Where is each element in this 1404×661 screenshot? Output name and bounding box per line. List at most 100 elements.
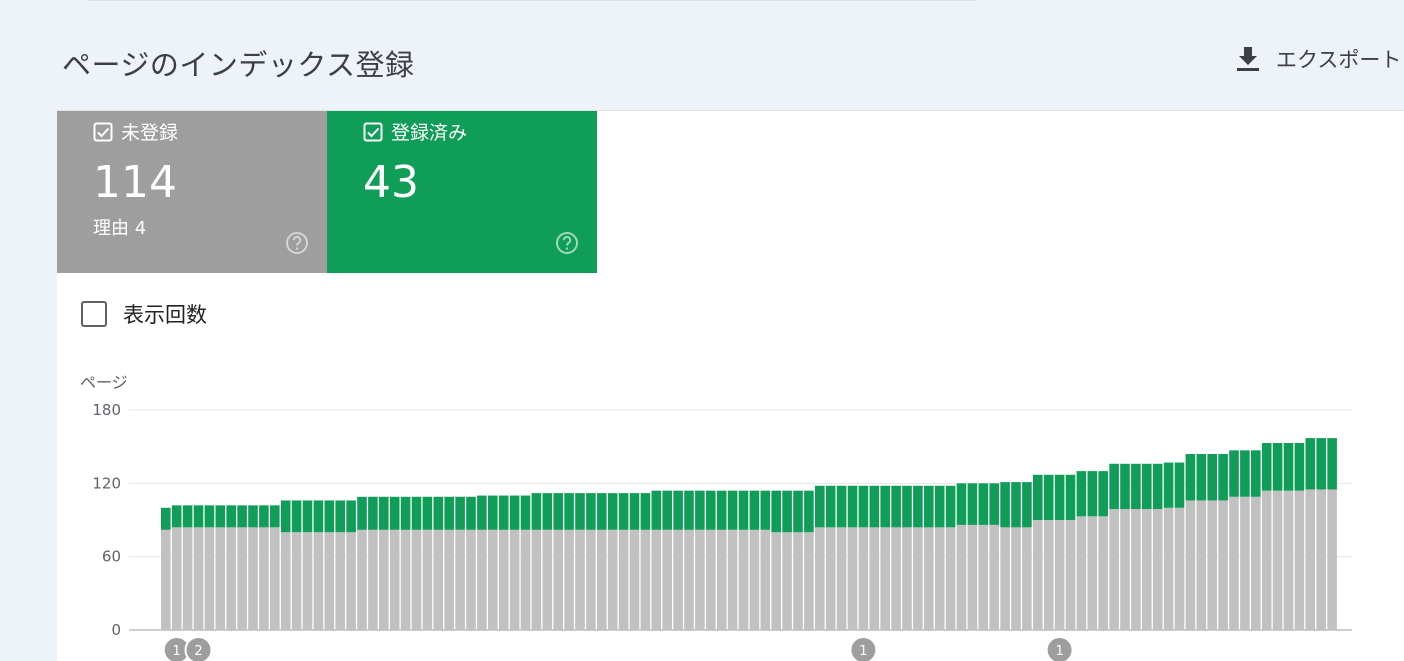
not-indexed-label: 未登録 <box>121 122 179 144</box>
bar-indexed <box>1011 482 1021 528</box>
annotation-marker[interactable]: 2 <box>184 636 213 661</box>
bar-not-indexed <box>924 527 934 630</box>
bar-not-indexed <box>902 527 912 630</box>
bar-not-indexed <box>259 527 269 630</box>
annotation-marker[interactable]: 1 <box>849 636 878 661</box>
bar-not-indexed <box>967 524 978 630</box>
bar-indexed <box>793 490 803 533</box>
bar-indexed <box>1142 463 1152 509</box>
bar-indexed <box>237 505 247 528</box>
bar-not-indexed <box>1240 496 1250 630</box>
bar-not-indexed <box>945 527 956 630</box>
not-indexed-reasons: 理由 4 <box>93 218 147 239</box>
bar-indexed <box>324 500 335 533</box>
bar-not-indexed <box>280 532 291 630</box>
bar-indexed <box>640 493 651 530</box>
page-title: ページのインデックス登録 <box>62 48 415 82</box>
bar-indexed <box>542 493 553 530</box>
bar-not-indexed <box>1163 507 1174 630</box>
bar-not-indexed <box>1022 527 1032 630</box>
annotation-marker[interactable]: 1 <box>1045 636 1074 661</box>
bar-indexed <box>1174 462 1185 508</box>
bar-not-indexed <box>1054 520 1065 630</box>
bar-indexed <box>302 500 313 533</box>
bar-not-indexed <box>597 529 607 630</box>
bar-indexed <box>1076 471 1087 517</box>
bar-indexed <box>509 495 520 530</box>
bar-not-indexed <box>913 527 923 630</box>
bar-not-indexed <box>1185 500 1196 630</box>
bar-indexed <box>400 496 411 530</box>
bar-indexed <box>564 493 574 530</box>
bar-indexed <box>498 495 509 530</box>
bar-indexed <box>389 496 400 530</box>
export-label: エクスポート <box>1276 48 1402 72</box>
bar-indexed <box>433 496 444 530</box>
bar-indexed <box>1022 482 1032 528</box>
bar-not-indexed <box>1000 527 1010 630</box>
bar-not-indexed <box>847 527 858 630</box>
bar-indexed <box>313 500 324 533</box>
bar-not-indexed <box>695 529 705 630</box>
export-button[interactable]: エクスポート <box>1236 44 1401 74</box>
bar-not-indexed <box>531 529 542 630</box>
bar-not-indexed <box>836 527 847 630</box>
bar-indexed <box>815 485 825 528</box>
top-divider <box>88 0 976 1</box>
bar-indexed <box>738 490 749 530</box>
indexed-count: 43 <box>363 157 419 208</box>
bar-indexed <box>455 496 465 530</box>
bar-not-indexed <box>182 527 193 630</box>
impressions-checkbox[interactable] <box>81 301 107 327</box>
annotation-label: 2 <box>194 644 202 659</box>
bar-not-indexed <box>749 529 760 630</box>
bar-not-indexed <box>1294 490 1305 630</box>
bar-indexed <box>1294 443 1305 491</box>
bar-indexed <box>1120 463 1130 509</box>
help-circle-icon[interactable] <box>285 231 309 255</box>
indexed-card[interactable]: 登録済み 43 <box>327 111 597 273</box>
help-circle-icon[interactable] <box>555 231 579 255</box>
bar-not-indexed <box>564 529 574 630</box>
bar-not-indexed <box>161 529 171 630</box>
bar-not-indexed <box>204 527 215 630</box>
bar-indexed <box>1054 474 1065 520</box>
bar-not-indexed <box>607 529 618 630</box>
bar-indexed <box>1033 474 1043 520</box>
bar-not-indexed <box>760 529 771 630</box>
bar-not-indexed <box>1305 489 1316 630</box>
bar-indexed <box>248 505 258 528</box>
not-indexed-card[interactable]: 未登録 114 理由 4 <box>57 111 327 273</box>
annotation-label: 1 <box>859 644 867 659</box>
bar-indexed <box>771 490 781 533</box>
bar-not-indexed <box>368 529 378 630</box>
bar-indexed <box>913 485 923 528</box>
bar-indexed <box>880 485 890 528</box>
bar-not-indexed <box>978 524 989 630</box>
bar-not-indexed <box>1152 509 1163 630</box>
download-icon <box>1237 47 1259 71</box>
bar-indexed <box>357 496 367 530</box>
bar-indexed <box>553 493 563 530</box>
bar-not-indexed <box>313 532 324 630</box>
bar-not-indexed <box>270 527 280 630</box>
bar-not-indexed <box>1131 509 1141 630</box>
bar-indexed <box>1163 462 1174 508</box>
impressions-toggle[interactable]: 表示回数 <box>81 299 207 329</box>
bar-not-indexed <box>771 532 781 630</box>
bar-not-indexed <box>1207 500 1217 630</box>
bar-not-indexed <box>673 529 683 630</box>
bar-not-indexed <box>1043 520 1054 630</box>
not-indexed-header: 未登録 <box>93 118 178 145</box>
bar-indexed <box>411 496 422 530</box>
bar-indexed <box>1185 454 1196 501</box>
bar-indexed <box>1207 454 1217 501</box>
bar-not-indexed <box>575 529 585 630</box>
bar-indexed <box>629 493 640 530</box>
bar-not-indexed <box>586 529 596 630</box>
bar-indexed <box>1305 438 1316 490</box>
not-indexed-count: 114 <box>93 157 177 208</box>
bar-indexed <box>477 495 487 530</box>
bar-indexed <box>182 505 193 528</box>
bar-not-indexed <box>1196 500 1207 630</box>
